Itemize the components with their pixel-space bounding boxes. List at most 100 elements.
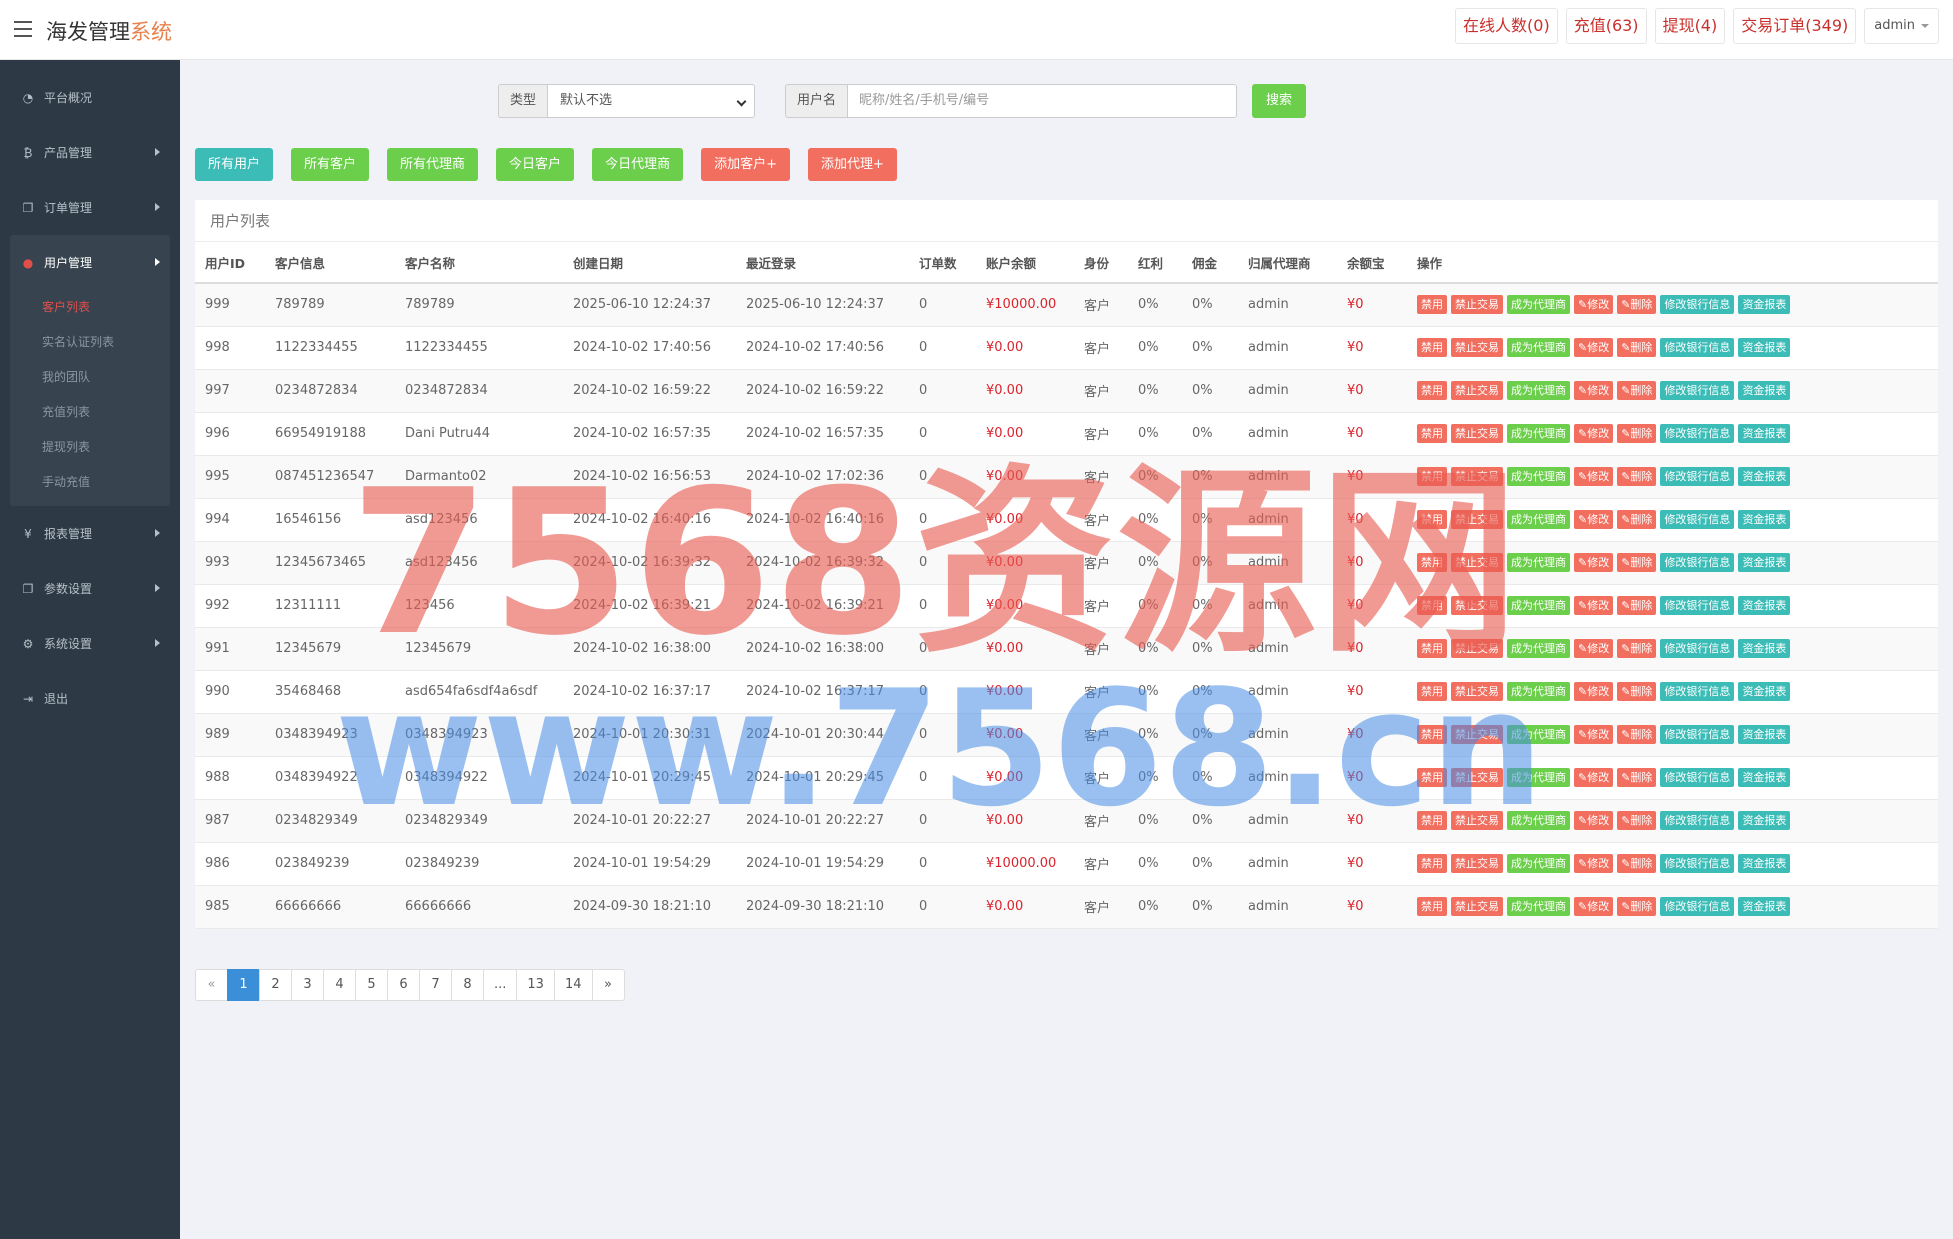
orders-count-button[interactable]: 交易订单(349) (1733, 8, 1857, 44)
ban-trade-button[interactable]: 禁止交易 (1451, 811, 1503, 830)
fund-report-button[interactable]: 资金报表 (1738, 338, 1791, 357)
withdraw-count-button[interactable]: 提现(4) (1654, 8, 1726, 44)
edit-bank-button[interactable]: 修改银行信息 (1660, 854, 1735, 873)
filter-all-customers[interactable]: 所有客户 (291, 148, 370, 181)
edit-button[interactable]: ✎修改 (1574, 854, 1614, 873)
fund-report-button[interactable]: 资金报表 (1738, 295, 1791, 315)
nav-user[interactable]: ● 用户管理 (0, 235, 180, 290)
add-customer-button[interactable]: 添加客户+ (701, 148, 790, 181)
nav-report[interactable]: ¥ 报表管理 (0, 506, 180, 561)
ban-trade-button[interactable]: 禁止交易 (1451, 381, 1503, 400)
page-button[interactable]: 14 (553, 969, 593, 1001)
disable-button[interactable]: 禁用 (1417, 768, 1447, 787)
page-button[interactable]: 3 (291, 969, 324, 1001)
make-agent-button[interactable]: 成为代理商 (1507, 553, 1570, 572)
ban-trade-button[interactable]: 禁止交易 (1451, 467, 1503, 486)
fund-report-button[interactable]: 资金报表 (1738, 596, 1791, 615)
make-agent-button[interactable]: 成为代理商 (1507, 295, 1570, 315)
ban-trade-button[interactable]: 禁止交易 (1451, 338, 1503, 357)
nav-logout[interactable]: ⇥ 退出 (0, 671, 180, 726)
recharge-count-button[interactable]: 充值(63) (1565, 8, 1647, 44)
fund-report-button[interactable]: 资金报表 (1738, 467, 1791, 486)
edit-bank-button[interactable]: 修改银行信息 (1660, 381, 1735, 400)
disable-button[interactable]: 禁用 (1417, 467, 1447, 486)
submenu-recharge-list[interactable]: 充值列表 (10, 395, 170, 430)
fund-report-button[interactable]: 资金报表 (1738, 725, 1791, 744)
ban-trade-button[interactable]: 禁止交易 (1451, 424, 1503, 443)
search-button[interactable]: 搜索 (1252, 84, 1307, 118)
delete-button[interactable]: ✎删除 (1617, 467, 1657, 486)
fund-report-button[interactable]: 资金报表 (1738, 510, 1791, 529)
disable-button[interactable]: 禁用 (1417, 596, 1447, 615)
edit-bank-button[interactable]: 修改银行信息 (1660, 510, 1735, 529)
edit-bank-button[interactable]: 修改银行信息 (1660, 338, 1735, 357)
page-button[interactable]: 13 (516, 969, 555, 1001)
filter-today-agents[interactable]: 今日代理商 (592, 148, 684, 181)
make-agent-button[interactable]: 成为代理商 (1507, 768, 1570, 787)
edit-bank-button[interactable]: 修改银行信息 (1660, 811, 1735, 830)
edit-button[interactable]: ✎修改 (1574, 295, 1614, 315)
nav-product[interactable]: ₿ 产品管理 (0, 125, 180, 180)
filter-all-agents[interactable]: 所有代理商 (387, 148, 479, 181)
disable-button[interactable]: 禁用 (1417, 897, 1447, 916)
make-agent-button[interactable]: 成为代理商 (1507, 338, 1570, 357)
fund-report-button[interactable]: 资金报表 (1738, 639, 1791, 658)
nav-order[interactable]: ❐ 订单管理 (0, 180, 180, 235)
page-button[interactable]: 7 (419, 969, 452, 1001)
disable-button[interactable]: 禁用 (1417, 424, 1447, 443)
edit-bank-button[interactable]: 修改银行信息 (1660, 596, 1735, 615)
username-input[interactable]: 昵称/姓名/手机号/编号 (847, 84, 1238, 118)
fund-report-button[interactable]: 资金报表 (1738, 768, 1791, 787)
page-button[interactable]: 1 (227, 969, 260, 1001)
page-button[interactable]: 4 (323, 969, 356, 1001)
page-button[interactable]: 5 (355, 969, 388, 1001)
make-agent-button[interactable]: 成为代理商 (1507, 596, 1570, 615)
make-agent-button[interactable]: 成为代理商 (1507, 811, 1570, 830)
submenu-realname-list[interactable]: 实名认证列表 (10, 325, 170, 360)
edit-button[interactable]: ✎修改 (1574, 768, 1614, 787)
make-agent-button[interactable]: 成为代理商 (1507, 682, 1570, 701)
online-count-button[interactable]: 在线人数(0) (1455, 8, 1558, 44)
page-button[interactable]: 8 (451, 969, 484, 1001)
edit-button[interactable]: ✎修改 (1574, 467, 1614, 486)
edit-button[interactable]: ✎修改 (1574, 510, 1614, 529)
disable-button[interactable]: 禁用 (1417, 639, 1447, 658)
make-agent-button[interactable]: 成为代理商 (1507, 639, 1570, 658)
submenu-customer-list[interactable]: 客户列表 (10, 290, 170, 325)
make-agent-button[interactable]: 成为代理商 (1507, 381, 1570, 400)
delete-button[interactable]: ✎删除 (1617, 768, 1657, 787)
fund-report-button[interactable]: 资金报表 (1738, 553, 1791, 572)
edit-bank-button[interactable]: 修改银行信息 (1660, 295, 1735, 315)
delete-button[interactable]: ✎删除 (1617, 811, 1657, 830)
ban-trade-button[interactable]: 禁止交易 (1451, 553, 1503, 572)
page-button[interactable]: 6 (387, 969, 420, 1001)
edit-button[interactable]: ✎修改 (1574, 424, 1614, 443)
filter-today-customers[interactable]: 今日客户 (496, 148, 575, 181)
nav-overview[interactable]: ◔ 平台概况 (0, 70, 180, 125)
make-agent-button[interactable]: 成为代理商 (1507, 725, 1570, 744)
disable-button[interactable]: 禁用 (1417, 295, 1447, 315)
edit-bank-button[interactable]: 修改银行信息 (1660, 682, 1735, 701)
delete-button[interactable]: ✎删除 (1617, 510, 1657, 529)
disable-button[interactable]: 禁用 (1417, 682, 1447, 701)
menu-toggle-icon[interactable] (14, 21, 32, 37)
make-agent-button[interactable]: 成为代理商 (1507, 897, 1570, 916)
page-button[interactable]: 2 (259, 969, 292, 1001)
edit-bank-button[interactable]: 修改银行信息 (1660, 553, 1735, 572)
edit-button[interactable]: ✎修改 (1574, 897, 1614, 916)
fund-report-button[interactable]: 资金报表 (1738, 682, 1791, 701)
fund-report-button[interactable]: 资金报表 (1738, 424, 1791, 443)
delete-button[interactable]: ✎删除 (1617, 553, 1657, 572)
delete-button[interactable]: ✎删除 (1617, 854, 1657, 873)
delete-button[interactable]: ✎删除 (1617, 424, 1657, 443)
edit-bank-button[interactable]: 修改银行信息 (1660, 768, 1735, 787)
submenu-my-team[interactable]: 我的团队 (10, 360, 170, 395)
disable-button[interactable]: 禁用 (1417, 553, 1447, 572)
fund-report-button[interactable]: 资金报表 (1738, 811, 1791, 830)
make-agent-button[interactable]: 成为代理商 (1507, 854, 1570, 873)
edit-bank-button[interactable]: 修改银行信息 (1660, 639, 1735, 658)
edit-bank-button[interactable]: 修改银行信息 (1660, 467, 1735, 486)
nav-params[interactable]: ❐ 参数设置 (0, 561, 180, 616)
edit-button[interactable]: ✎修改 (1574, 596, 1614, 615)
edit-button[interactable]: ✎修改 (1574, 338, 1614, 357)
